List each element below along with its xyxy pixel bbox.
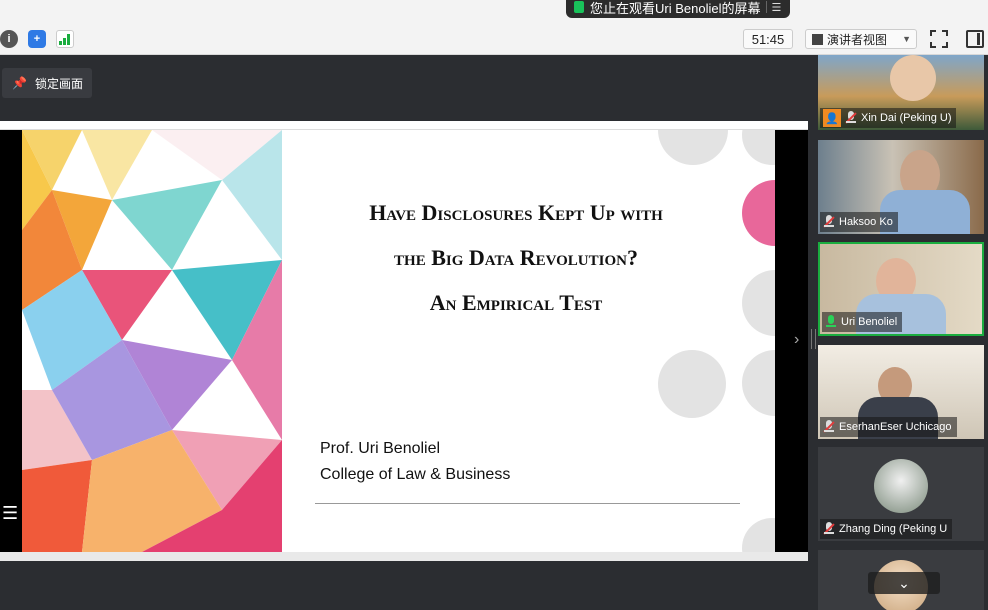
- polygon-art: [22, 130, 282, 552]
- shield-icon[interactable]: +: [28, 30, 46, 48]
- lock-screen-button[interactable]: 📌 锁定画面: [2, 68, 92, 98]
- participant-tile[interactable]: EserhanEser Uchicago: [818, 345, 984, 439]
- chevron-right-icon[interactable]: ›: [794, 331, 799, 349]
- speaker-view-icon: [812, 33, 823, 45]
- participant-tile[interactable]: Zhang Ding (Peking U: [818, 447, 984, 541]
- host-icon: 👤: [823, 109, 841, 127]
- participant-tile[interactable]: 👤 Xin Dai (Peking U): [818, 55, 984, 130]
- slide-affiliation: College of Law & Business: [320, 466, 511, 483]
- decor-circle: [742, 518, 775, 552]
- slide-author-block: Prof. Uri Benoliel College of Law & Busi…: [320, 436, 510, 488]
- share-status-icon: [574, 1, 584, 13]
- participant-name: Uri Benoliel: [841, 316, 898, 328]
- participant-name: Xin Dai (Peking U): [861, 112, 952, 124]
- presentation-window: Have Disclosures Kept Up with the Big Da…: [0, 121, 808, 561]
- participant-tile[interactable]: Haksoo Ko: [818, 140, 984, 234]
- chevron-down-icon: ▼: [902, 34, 911, 44]
- decor-circle: [658, 350, 726, 418]
- slide-divider: [315, 503, 740, 504]
- list-icon[interactable]: ☰: [766, 1, 782, 14]
- signal-bars-icon[interactable]: [56, 30, 74, 48]
- meeting-timer: 51:45: [743, 29, 793, 49]
- view-mode-label: 演讲者视图: [827, 32, 888, 47]
- avatar: [874, 459, 928, 513]
- mic-muted-icon: [823, 420, 835, 434]
- decor-circle-pink: [742, 180, 775, 246]
- share-banner-text: 您止在观看Uri Benoliel的屏幕: [590, 0, 761, 16]
- participant-name-tag: Uri Benoliel: [822, 312, 903, 332]
- mic-muted-icon: [845, 111, 857, 125]
- participant-name: Zhang Ding (Peking U: [839, 523, 948, 535]
- info-icon[interactable]: i: [0, 30, 18, 48]
- lock-screen-label: 锁定画面: [34, 76, 83, 91]
- decor-circle: [742, 130, 775, 165]
- participant-name-tag: Haksoo Ko: [820, 212, 898, 232]
- participant-name-tag: Zhang Ding (Peking U: [820, 519, 953, 539]
- participant-name-tag: 👤 Xin Dai (Peking U): [820, 108, 957, 128]
- slide-title-line: the Big Data Revolution?: [394, 245, 638, 270]
- participant-name-tag: EserhanEser Uchicago: [820, 417, 957, 437]
- pin-icon: 📌: [12, 76, 27, 90]
- chevron-down-icon: ⌄: [898, 574, 910, 591]
- participant-name: EserhanEser Uchicago: [839, 421, 952, 433]
- fullscreen-icon[interactable]: [930, 30, 948, 48]
- powerpoint-title-bar: [0, 121, 808, 130]
- sidebar-toggle-icon[interactable]: [966, 30, 984, 48]
- decor-circle: [742, 350, 775, 416]
- participant-tile-active[interactable]: Uri Benoliel: [818, 242, 984, 336]
- participant-name: Haksoo Ko: [839, 216, 893, 228]
- scroll-down-button[interactable]: ⌄: [868, 572, 940, 594]
- powerpoint-status-bar: [0, 552, 808, 561]
- slide-list-icon[interactable]: ☰: [2, 503, 18, 524]
- window-top-bar: 您止在观看Uri Benoliel的屏幕 ☰: [0, 0, 988, 22]
- participant-gallery: 👤 Xin Dai (Peking U) Haksoo Ko Uri Benol…: [816, 55, 988, 610]
- slide-title: Have Disclosures Kept Up with the Big Da…: [302, 190, 730, 325]
- mic-active-icon: [825, 315, 837, 329]
- decor-circle: [742, 270, 775, 336]
- slide-author: Prof. Uri Benoliel: [320, 440, 441, 457]
- participant-video: [890, 55, 936, 101]
- shared-screen-area: 📌 锁定画面 Have Disclosures Kept Up with the…: [0, 55, 808, 609]
- mic-muted-icon: [823, 215, 835, 229]
- mic-muted-icon: [823, 522, 835, 536]
- decor-circle: [658, 130, 728, 165]
- meeting-toolbar: i + 51:45 演讲者视图 ▼: [0, 22, 988, 55]
- slide-title-line: An Empirical Test: [429, 290, 603, 315]
- view-mode-dropdown[interactable]: 演讲者视图 ▼: [805, 29, 917, 49]
- slide: Have Disclosures Kept Up with the Big Da…: [22, 130, 775, 552]
- slide-title-line: Have Disclosures Kept Up with: [369, 200, 663, 225]
- screen-share-banner[interactable]: 您止在观看Uri Benoliel的屏幕 ☰: [566, 0, 791, 18]
